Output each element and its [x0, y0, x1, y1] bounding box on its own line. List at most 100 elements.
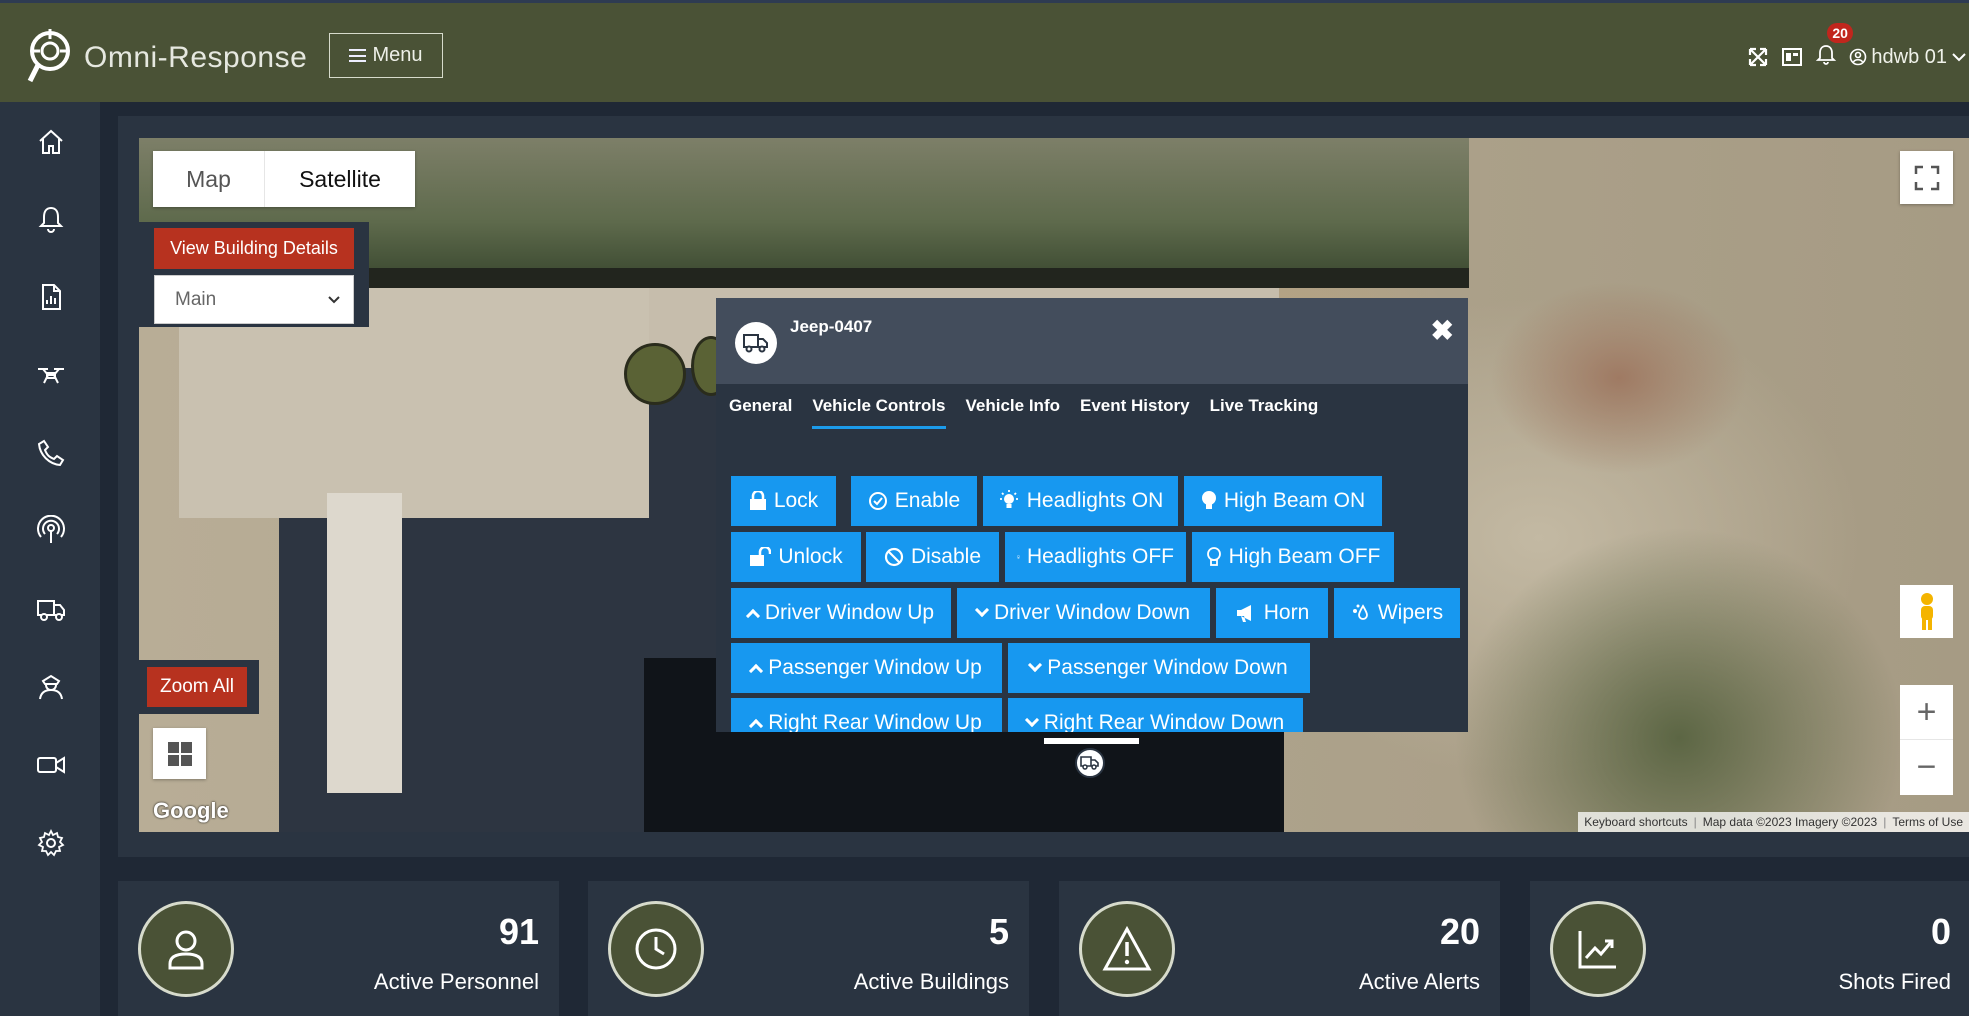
map-type-control: Map Satellite	[153, 151, 415, 207]
menu-label: Menu	[372, 44, 423, 66]
building-controls: View Building Details Main	[139, 222, 369, 327]
wipers-button[interactable]: Wipers	[1334, 588, 1460, 638]
app-title: Omni-Response	[84, 41, 308, 74]
sidebar-item-broadcast[interactable]	[35, 514, 67, 547]
vehicle-marker[interactable]	[1075, 748, 1105, 778]
top-bar-actions: 20 hdwb 01	[1747, 23, 1969, 71]
tab-live-tracking[interactable]: Live Tracking	[1210, 396, 1319, 429]
truck-icon	[1080, 756, 1099, 770]
enable-button[interactable]: Enable	[851, 476, 977, 526]
stat-card-personnel[interactable]: 91 Active Personnel	[118, 881, 559, 1016]
map-panel: Map Satellite View Building Details Main…	[118, 116, 1969, 857]
chevron-up-icon	[749, 663, 764, 679]
close-icon[interactable]: ✖	[1431, 314, 1454, 347]
building-select-value: Main	[175, 288, 217, 310]
zoom-all-button[interactable]: Zoom All	[147, 667, 247, 707]
stat-card-shots-fired[interactable]: 0 Shots Fired	[1530, 881, 1969, 1016]
vehicle-name: Jeep-0407	[790, 317, 873, 336]
truck-icon	[735, 322, 777, 364]
lightbulb-on-icon	[999, 490, 1018, 508]
report-icon	[42, 284, 61, 310]
headlights-on-button[interactable]: Headlights ON	[983, 476, 1178, 526]
zoom-in-button[interactable]: +	[1900, 685, 1953, 740]
warning-icon	[1079, 901, 1175, 997]
pegman-icon	[1920, 592, 1933, 630]
stat-card-alerts[interactable]: 20 Active Alerts	[1059, 881, 1500, 1016]
right-rear-window-up-button[interactable]: Right Rear Window Up	[731, 698, 1002, 732]
lightbulb-icon	[1201, 491, 1216, 509]
chevron-up-icon	[749, 718, 764, 732]
stat-label: Active Buildings	[853, 969, 1009, 994]
video-icon	[37, 756, 65, 774]
map-type-satellite-button[interactable]: Satellite	[265, 151, 415, 207]
clock-icon	[608, 901, 704, 997]
high-beam-on-button[interactable]: High Beam ON	[1184, 476, 1382, 526]
user-menu[interactable]: hdwb 01	[1849, 46, 1969, 69]
sidebar-item-alerts[interactable]	[35, 203, 67, 235]
sidebar-item-video[interactable]	[35, 749, 67, 781]
chevron-down-icon	[328, 295, 340, 303]
horn-button[interactable]: Horn	[1216, 588, 1328, 638]
tab-event-history[interactable]: Event History	[1080, 396, 1190, 429]
officer-icon	[39, 674, 63, 700]
stat-value: 91	[498, 911, 539, 952]
map-attribution: Keyboard shortcuts | Map data ©2023 Imag…	[1578, 812, 1969, 832]
tab-general[interactable]: General	[729, 396, 792, 429]
user-icon	[1850, 48, 1867, 66]
sidebar-item-drones[interactable]	[35, 359, 67, 391]
high-beam-off-button[interactable]: High Beam OFF	[1192, 532, 1394, 582]
notifications-button[interactable]: 20	[1815, 23, 1853, 71]
chevron-down-icon	[974, 602, 990, 618]
gear-icon	[37, 828, 65, 857]
driver-window-down-button[interactable]: Driver Window Down	[957, 588, 1210, 638]
expand-icon[interactable]	[1747, 46, 1769, 68]
headlights-off-button[interactable]: Headlights OFF	[1005, 532, 1186, 582]
fullscreen-icon	[1914, 165, 1939, 190]
megaphone-icon	[1236, 605, 1251, 622]
sidebar-item-reports[interactable]	[35, 281, 67, 313]
sidebar-item-officers[interactable]	[35, 671, 67, 703]
panel-icon[interactable]	[1781, 46, 1803, 68]
lock-button[interactable]: Lock	[731, 476, 836, 526]
lock-icon	[749, 491, 766, 510]
sidebar-item-phone[interactable]	[35, 437, 67, 469]
drone-icon	[38, 368, 64, 384]
stat-label: Active Alerts	[1358, 969, 1480, 994]
stat-card-buildings[interactable]: 5 Active Buildings	[588, 881, 1029, 1016]
unlock-button[interactable]: Unlock	[731, 532, 861, 582]
fullscreen-button[interactable]	[1900, 151, 1953, 204]
grid-icon	[167, 741, 192, 766]
bell-icon	[38, 206, 64, 233]
google-logo: Google	[153, 798, 229, 823]
stat-label: Active Personnel	[373, 969, 539, 994]
lightbulb-outline-icon	[1206, 547, 1221, 566]
droplets-icon	[1352, 604, 1368, 620]
chevron-down-icon	[1952, 53, 1966, 62]
right-rear-window-down-button[interactable]: Right Rear Window Down	[1008, 698, 1303, 732]
building-select[interactable]: Main	[154, 275, 354, 324]
main-content: Map Satellite View Building Details Main…	[100, 102, 1969, 1016]
sidebar-item-home[interactable]	[35, 126, 67, 158]
stats-row: 91 Active Personnel 5 Active Buildings 2…	[118, 881, 1969, 1016]
disable-button[interactable]: Disable	[866, 532, 999, 582]
menu-button[interactable]: Menu	[329, 33, 443, 78]
ban-icon	[884, 547, 904, 567]
passenger-window-up-button[interactable]: Passenger Window Up	[731, 643, 1002, 693]
passenger-window-down-button[interactable]: Passenger Window Down	[1008, 643, 1310, 693]
phone-icon	[37, 439, 65, 467]
satellite-map[interactable]: Map Satellite View Building Details Main…	[139, 138, 1969, 832]
sidebar-item-vehicles[interactable]	[35, 593, 67, 625]
zoom-out-button[interactable]: −	[1900, 740, 1953, 795]
driver-window-up-button[interactable]: Driver Window Up	[731, 588, 951, 638]
bell-icon	[1816, 45, 1837, 65]
map-type-map-button[interactable]: Map	[153, 151, 265, 207]
hamburger-icon	[349, 49, 367, 62]
street-view-pegman[interactable]	[1900, 585, 1953, 638]
view-building-details-button[interactable]: View Building Details	[154, 228, 354, 269]
terms-link[interactable]: Terms of Use	[1892, 815, 1963, 829]
tab-vehicle-info[interactable]: Vehicle Info	[966, 396, 1060, 429]
tab-vehicle-controls[interactable]: Vehicle Controls	[812, 396, 946, 429]
sidebar-item-settings[interactable]	[35, 827, 67, 859]
keyboard-shortcuts-link[interactable]: Keyboard shortcuts	[1584, 815, 1687, 829]
layers-button[interactable]	[153, 728, 206, 779]
